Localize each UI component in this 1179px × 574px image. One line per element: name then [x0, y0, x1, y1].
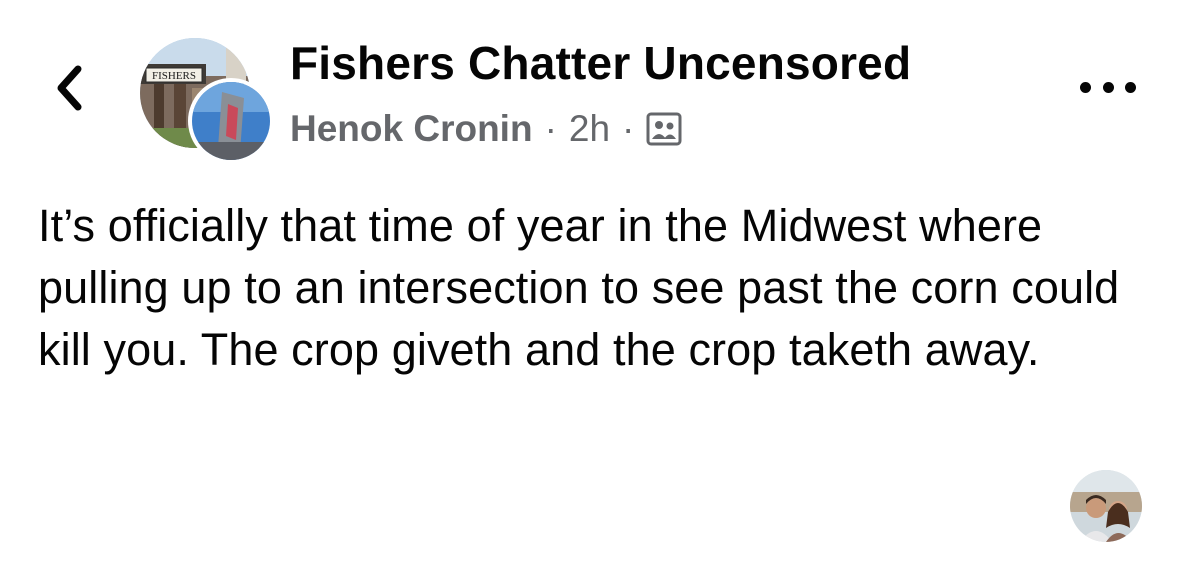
post-meta: Henok Cronin · 2h · — [290, 104, 682, 154]
user-avatar[interactable] — [1070, 470, 1142, 542]
post-body-text: It’s officially that time of year in the… — [38, 200, 1120, 375]
post-avatars: FISHERS — [140, 38, 274, 164]
meta-separator: · — [622, 108, 635, 149]
author-name[interactable]: Henok Cronin — [290, 108, 533, 150]
author-avatar[interactable] — [188, 78, 274, 164]
more-options-icon — [1125, 81, 1136, 93]
group-avatar-sign-text: FISHERS — [152, 70, 196, 82]
more-options-icon — [1102, 81, 1114, 93]
post-timestamp[interactable]: 2h — [569, 108, 610, 150]
back-button[interactable] — [46, 60, 92, 116]
group-name[interactable]: Fishers Chatter Uncensored — [290, 36, 911, 90]
group-members-icon — [646, 112, 682, 146]
meta-separator: · — [544, 108, 557, 149]
chevron-left-icon — [57, 65, 82, 111]
more-options-button[interactable] — [1080, 70, 1136, 104]
more-options-icon — [1080, 81, 1091, 93]
